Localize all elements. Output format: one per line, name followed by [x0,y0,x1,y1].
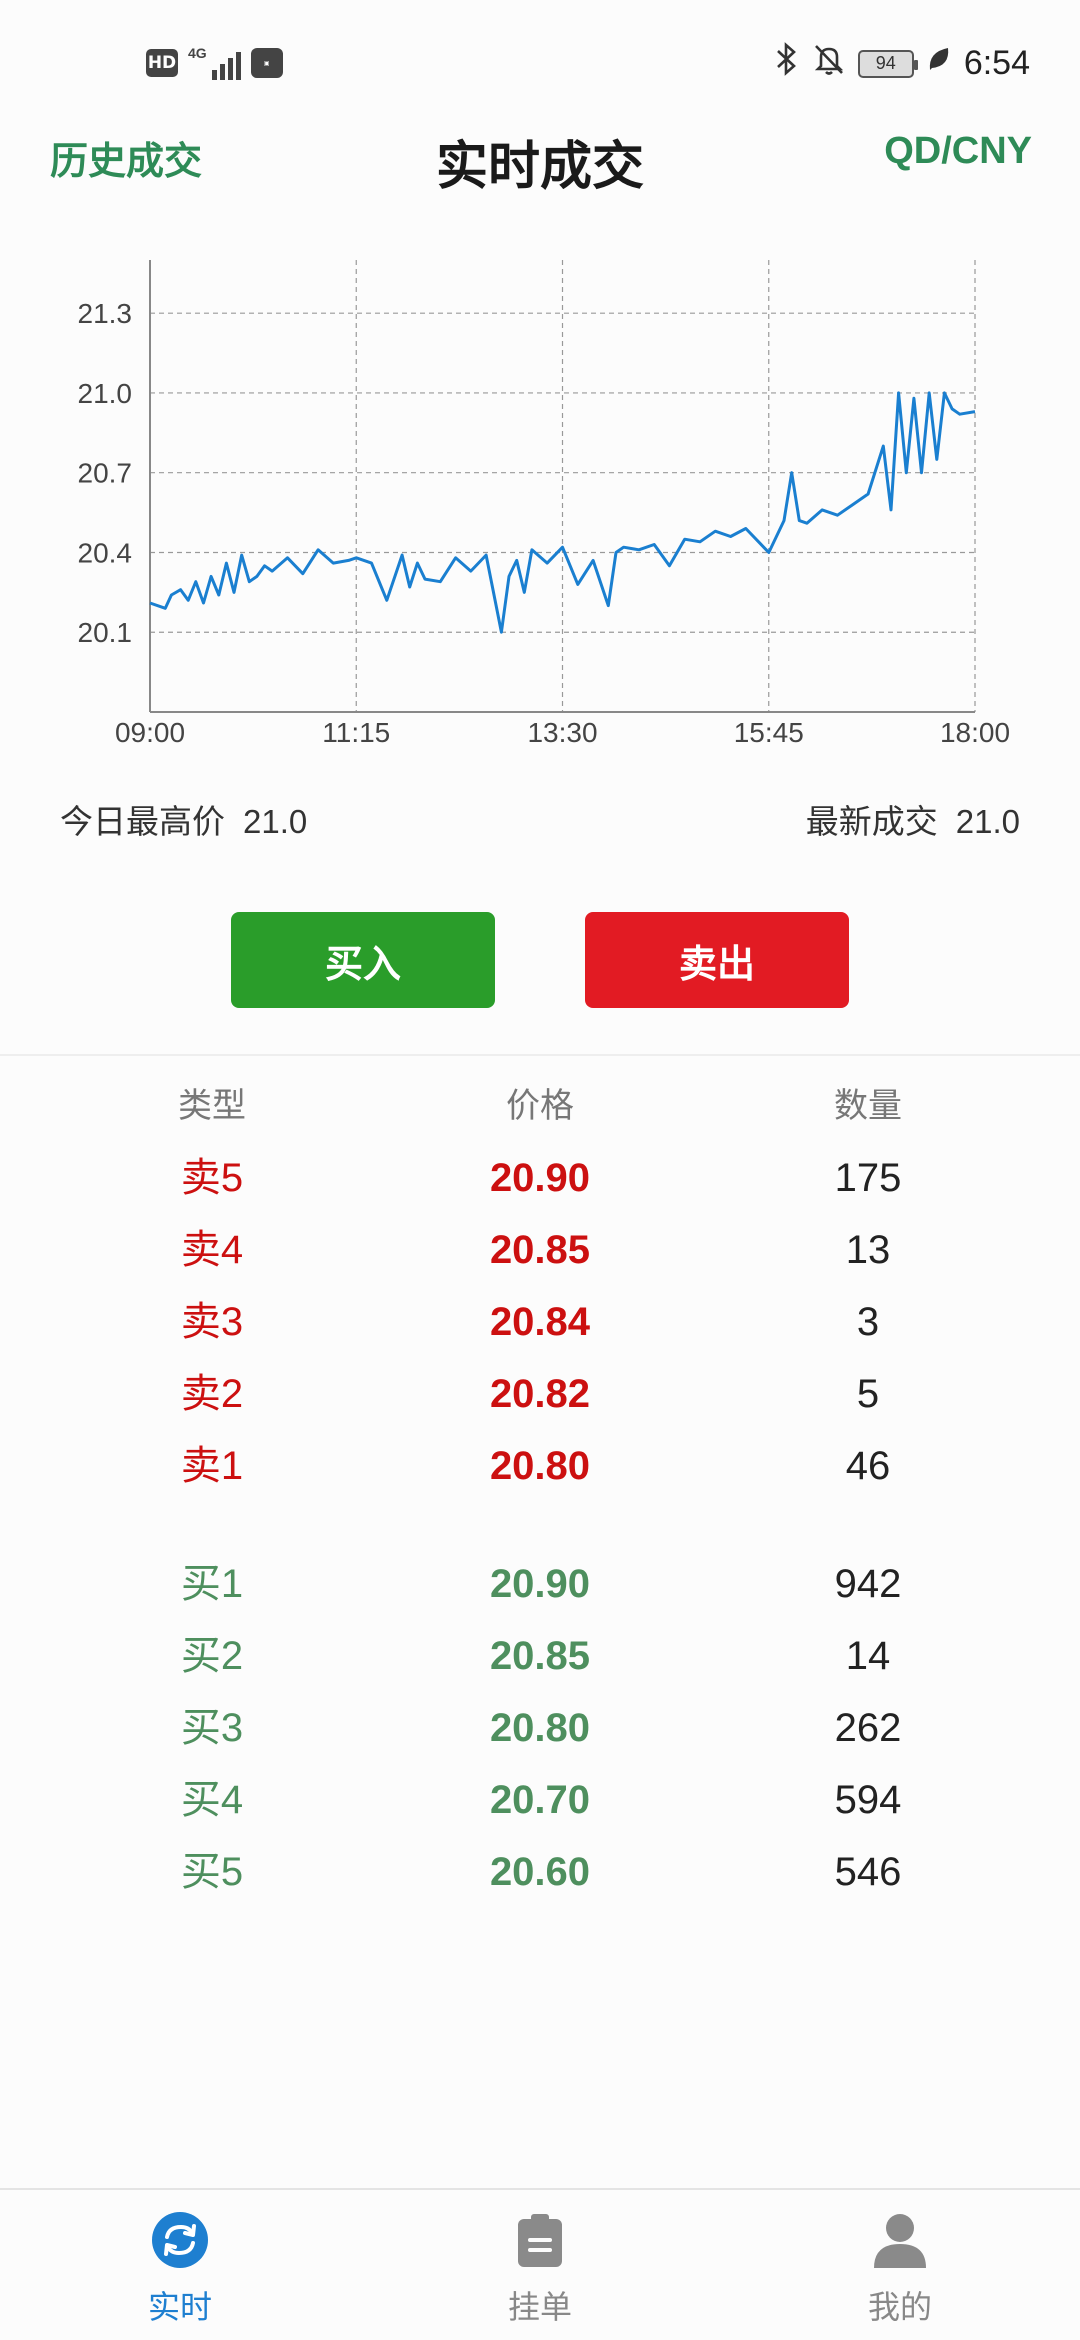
header-type: 类型 [178,1087,246,1125]
bid-quantity: 262 [834,1706,902,1750]
app-store-icon: ▣ [250,48,283,78]
clock: 6:54 [963,44,1030,82]
ask-price: 20.85 [489,1228,591,1272]
battery-icon: 94 [857,49,918,78]
header-quantity: 数量 [834,1087,902,1125]
x-tick-label: 13:30 [527,717,597,748]
y-tick-label: 20.7 [78,458,133,489]
bid-price: 20.85 [489,1634,591,1678]
bid-quantity: 594 [834,1778,902,1822]
bid-row[interactable]: 买4 20.70 594 [0,1772,1080,1844]
mute-bell-icon [812,42,846,85]
ask-type: 卖1 [180,1444,244,1488]
price-chart: 09:00 11:15 13:30 15:45 18:00 20.1 20.4 20.7 21.… [0,240,1080,760]
ask-quantity: 13 [845,1228,891,1272]
x-tick-label: 09:00 [115,717,185,748]
price-chart-svg: 09:00 11:15 13:30 15:45 18:00 20.1 20.4 20.7 21.… [78,260,1010,748]
x-tick-label: 15:45 [734,717,804,748]
bid-row[interactable]: 买5 20.60 546 [0,1844,1080,1916]
bid-quantity: 942 [834,1562,902,1606]
bid-row[interactable]: 买2 20.85 14 [0,1628,1080,1700]
bid-quantity: 546 [834,1850,902,1894]
network-label: 4G [188,45,207,61]
nav-realtime-label: 实时 [147,2289,212,2325]
bid-type: 买4 [180,1778,244,1822]
today-high: 今日最高价 21.0 [60,795,307,843]
ask-row[interactable]: 卖3 20.84 3 [0,1294,1080,1366]
nav-profile-label: 我的 [867,2289,932,2325]
nav-profile[interactable]: 我的 [720,2190,1080,2340]
app-header: 实时成交 历史成交 QD/CNY [0,120,1080,200]
leaf-icon [926,44,952,83]
x-tick-label: 11:15 [322,717,390,748]
bid-type: 买1 [180,1562,244,1606]
bid-row[interactable]: 买1 20.90 942 [0,1556,1080,1628]
ask-type: 卖3 [180,1300,244,1344]
sell-button[interactable]: 卖出 [585,912,849,1008]
y-tick-label: 20.4 [78,537,133,568]
trading-pair-selector[interactable]: QD/CNY [884,130,1032,173]
order-book-header: 类型 价格 数量 [0,1078,1080,1150]
bid-row[interactable]: 买3 20.80 262 [0,1700,1080,1772]
today-high-value: 21.0 [243,803,308,840]
bottom-nav: 实时 挂单 我的 [0,2188,1080,2340]
ask-quantity: 46 [845,1444,891,1488]
bid-type: 买3 [180,1706,244,1750]
bluetooth-icon [774,42,800,85]
hd-icon: HD [146,49,178,77]
nav-orders[interactable]: 挂单 [360,2190,720,2340]
nav-realtime[interactable]: 实时 [0,2190,360,2340]
order-book: 类型 价格 数量 卖5 20.90 175 卖4 20.85 13 卖3 20.… [0,1078,1080,1916]
clipboard-icon [518,2214,562,2267]
ask-row[interactable]: 卖4 20.85 13 [0,1222,1080,1294]
nav-orders-label: 挂单 [507,2289,572,2325]
y-tick-label: 21.3 [78,298,133,329]
divider [0,1054,1080,1056]
ask-type: 卖4 [180,1228,244,1272]
bid-type: 买2 [180,1634,244,1678]
ask-row[interactable]: 卖5 20.90 175 [0,1150,1080,1222]
ask-type: 卖5 [180,1156,244,1200]
y-tick-label: 20.1 [78,617,133,648]
price-stats: 今日最高价 21.0 最新成交 21.0 [0,795,1080,845]
bid-quantity: 14 [845,1634,891,1678]
y-tick-label: 21.0 [78,378,133,409]
buy-button[interactable]: 买入 [231,912,495,1008]
bid-price: 20.70 [489,1778,591,1822]
x-tick-label: 18:00 [940,717,1010,748]
user-icon [874,2214,926,2268]
today-high-label: 今日最高价 [60,803,225,840]
ask-quantity: 175 [834,1156,902,1200]
status-left: HD 4G ▣ [146,46,283,80]
status-bar: HD 4G ▣ 94 6:54 [0,0,1080,130]
battery-level: 94 [875,53,896,73]
bid-type: 买5 [180,1850,244,1894]
bid-price: 20.80 [489,1706,591,1750]
refresh-icon [152,2212,208,2268]
ask-price: 20.84 [489,1300,591,1344]
book-spacer [0,1510,1080,1556]
ask-row[interactable]: 卖2 20.82 5 [0,1366,1080,1438]
header-price: 价格 [506,1087,574,1125]
ask-price: 20.82 [489,1372,591,1416]
bid-price: 20.90 [489,1562,591,1606]
ask-price: 20.90 [489,1156,591,1200]
ask-row[interactable]: 卖1 20.80 46 [0,1438,1080,1510]
last-trade-value: 21.0 [955,803,1020,840]
ask-type: 卖2 [180,1372,244,1416]
history-trades-link[interactable]: 历史成交 [50,130,202,185]
ask-quantity: 5 [856,1372,880,1416]
bid-price: 20.60 [489,1850,591,1894]
last-trade-label: 最新成交 [805,803,938,840]
ask-price: 20.80 [489,1444,591,1488]
ask-quantity: 3 [856,1300,880,1344]
status-right: 94 6:54 [774,42,1030,85]
signal-icon: 4G [188,46,241,80]
last-trade: 最新成交 21.0 [806,795,1020,843]
